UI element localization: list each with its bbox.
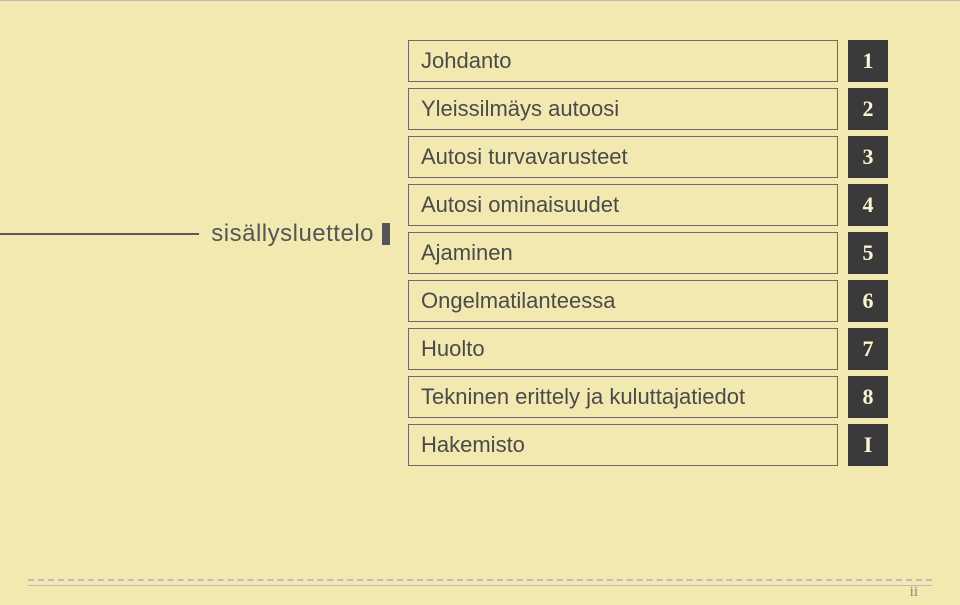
item-number: 1 [848, 40, 888, 82]
item-label: Tekninen erittely ja kuluttajatiedot [408, 376, 838, 418]
toc-list: Johdanto 1 Yleissilmäys autoosi 2 Autosi… [408, 40, 888, 466]
item-number: 8 [848, 376, 888, 418]
content-area: sisällysluettelo Johdanto 1 Yleissilmäys… [0, 40, 960, 466]
list-item: Tekninen erittely ja kuluttajatiedot 8 [408, 376, 888, 418]
item-number: 2 [848, 88, 888, 130]
item-label: Autosi ominaisuudet [408, 184, 838, 226]
toc-marker [382, 223, 390, 245]
item-label: Ongelmatilanteessa [408, 280, 838, 322]
toc-label: sisällysluettelo [211, 220, 374, 248]
item-label: Johdanto [408, 40, 838, 82]
dashed-rule [28, 579, 932, 581]
list-item: Hakemisto I [408, 424, 888, 466]
list-item: Huolto 7 [408, 328, 888, 370]
item-label: Autosi turvavarusteet [408, 136, 838, 178]
item-number: I [848, 424, 888, 466]
item-label: Ajaminen [408, 232, 838, 274]
item-label: Huolto [408, 328, 838, 370]
list-item: Yleissilmäys autoosi 2 [408, 88, 888, 130]
footer-dashed-line [28, 579, 932, 581]
footer-solid-line [28, 585, 932, 586]
heading-rule [0, 233, 199, 235]
list-item: Ajaminen 5 [408, 232, 888, 274]
top-border [0, 0, 960, 1]
item-number: 5 [848, 232, 888, 274]
toc-heading-block: sisällysluettelo [0, 220, 400, 248]
list-item: Johdanto 1 [408, 40, 888, 82]
page-number: ii [910, 584, 918, 601]
item-label: Yleissilmäys autoosi [408, 88, 838, 130]
item-label: Hakemisto [408, 424, 838, 466]
list-item: Autosi ominaisuudet 4 [408, 184, 888, 226]
item-number: 7 [848, 328, 888, 370]
item-number: 4 [848, 184, 888, 226]
item-number: 6 [848, 280, 888, 322]
list-item: Autosi turvavarusteet 3 [408, 136, 888, 178]
list-item: Ongelmatilanteessa 6 [408, 280, 888, 322]
item-number: 3 [848, 136, 888, 178]
